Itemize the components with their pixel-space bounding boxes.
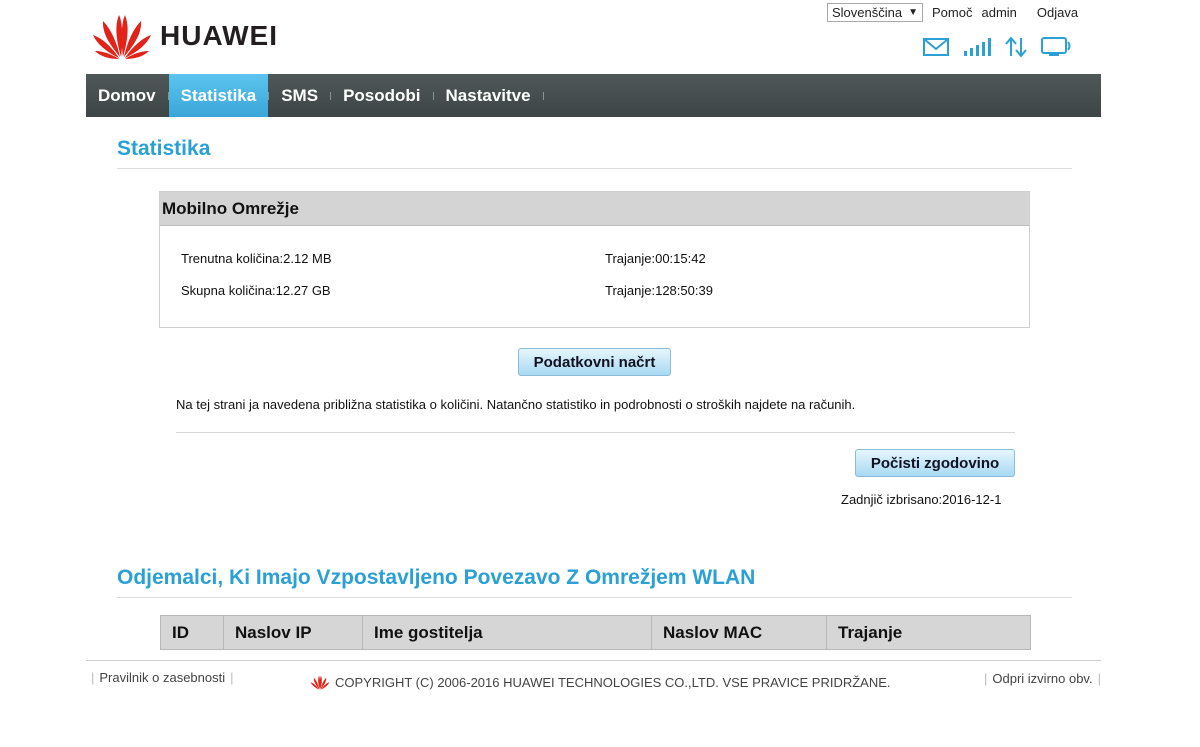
nav-item-statistika[interactable]: Statistika	[168, 74, 269, 117]
mobile-network-panel: Mobilno Omrežje Trenutna količina:2.12 M…	[159, 191, 1030, 328]
column-header-ip: Naslov IP	[223, 615, 363, 650]
total-duration: Trajanje:128:50:39	[605, 283, 713, 298]
huawei-flower-small-icon	[310, 675, 330, 690]
table-header-row: ID Naslov IP Ime gostitelja Naslov MAC T…	[160, 615, 1031, 650]
panel-title: Mobilno Omrežje	[160, 192, 1029, 226]
page-title: Statistika	[117, 137, 211, 160]
nav-separator	[543, 74, 544, 117]
language-select[interactable]: Slovenščina ▼	[827, 3, 924, 22]
column-header-duration: Trajanje	[826, 615, 1031, 650]
wlan-clients-table: ID Naslov IP Ime gostitelja Naslov MAC T…	[160, 615, 1031, 650]
footer-separator: |	[230, 670, 234, 685]
nav-item-sms[interactable]: SMS	[269, 74, 330, 117]
user-link[interactable]: admin	[981, 5, 1016, 20]
status-icons	[922, 36, 1073, 58]
data-plan-button[interactable]: Podatkovni načrt	[518, 348, 671, 376]
signal-icon[interactable]	[963, 37, 991, 57]
copyright: COPYRIGHT (C) 2006-2016 HUAWEI TECHNOLOG…	[310, 675, 891, 690]
nav-item-posodobi[interactable]: Posodobi	[331, 74, 432, 117]
divider	[117, 168, 1072, 169]
last-cleared-date: Zadnjič izbrisano:2016-12-1	[841, 492, 1002, 507]
top-bar: Slovenščina ▼ Pomoč admin Odjava	[827, 3, 1078, 22]
footer-right: | Odpri izvirno obv. |	[984, 671, 1106, 686]
brand-name: HUAWEI	[160, 20, 278, 51]
divider	[176, 432, 1015, 433]
column-header-hostname: Ime gostitelja	[362, 615, 652, 650]
footer-divider	[86, 660, 1101, 661]
main-nav: Domov Statistika SMS Posodobi Nastavitve	[86, 74, 1101, 117]
help-link[interactable]: Pomoč	[932, 5, 972, 20]
data-transfer-icon[interactable]	[1004, 36, 1028, 58]
copyright-text: COPYRIGHT (C) 2006-2016 HUAWEI TECHNOLOG…	[335, 675, 891, 690]
footer-separator: |	[1097, 671, 1101, 686]
clear-history-button[interactable]: Počisti zgodovino	[855, 449, 1015, 477]
language-value: Slovenščina	[832, 5, 903, 20]
column-header-id: ID	[160, 615, 224, 650]
column-header-mac: Naslov MAC	[651, 615, 827, 650]
wlan-clients-title: Odjemalci, Ki Imajo Vzpostavljeno Poveza…	[117, 566, 756, 589]
dropdown-arrow-icon: ▼	[908, 7, 919, 18]
current-amount: Trenutna količina:2.12 MB	[181, 251, 332, 266]
mail-icon[interactable]	[922, 37, 950, 57]
info-text: Na tej strani ja navedena približna stat…	[176, 397, 856, 412]
router-web-ui: HUAWEI Slovenščina ▼ Pomoč admin Odjava	[0, 0, 1200, 747]
divider	[117, 597, 1072, 598]
huawei-logo[interactable]: HUAWEI	[92, 13, 278, 59]
footer-left: | Pravilnik o zasebnosti |	[91, 670, 239, 685]
footer-separator: |	[984, 671, 988, 686]
logout-link[interactable]: Odjava	[1037, 5, 1078, 20]
device-icon[interactable]	[1041, 36, 1073, 58]
open-source-link[interactable]: Odpri izvirno obv.	[992, 671, 1092, 686]
nav-item-nastavitve[interactable]: Nastavitve	[434, 74, 543, 117]
total-amount: Skupna količina:12.27 GB	[181, 283, 331, 298]
privacy-policy-link[interactable]: Pravilnik o zasebnosti	[99, 670, 225, 685]
current-duration: Trajanje:00:15:42	[605, 251, 706, 266]
huawei-flower-icon	[93, 15, 151, 59]
footer-separator: |	[91, 670, 95, 685]
nav-item-domov[interactable]: Domov	[86, 74, 168, 117]
